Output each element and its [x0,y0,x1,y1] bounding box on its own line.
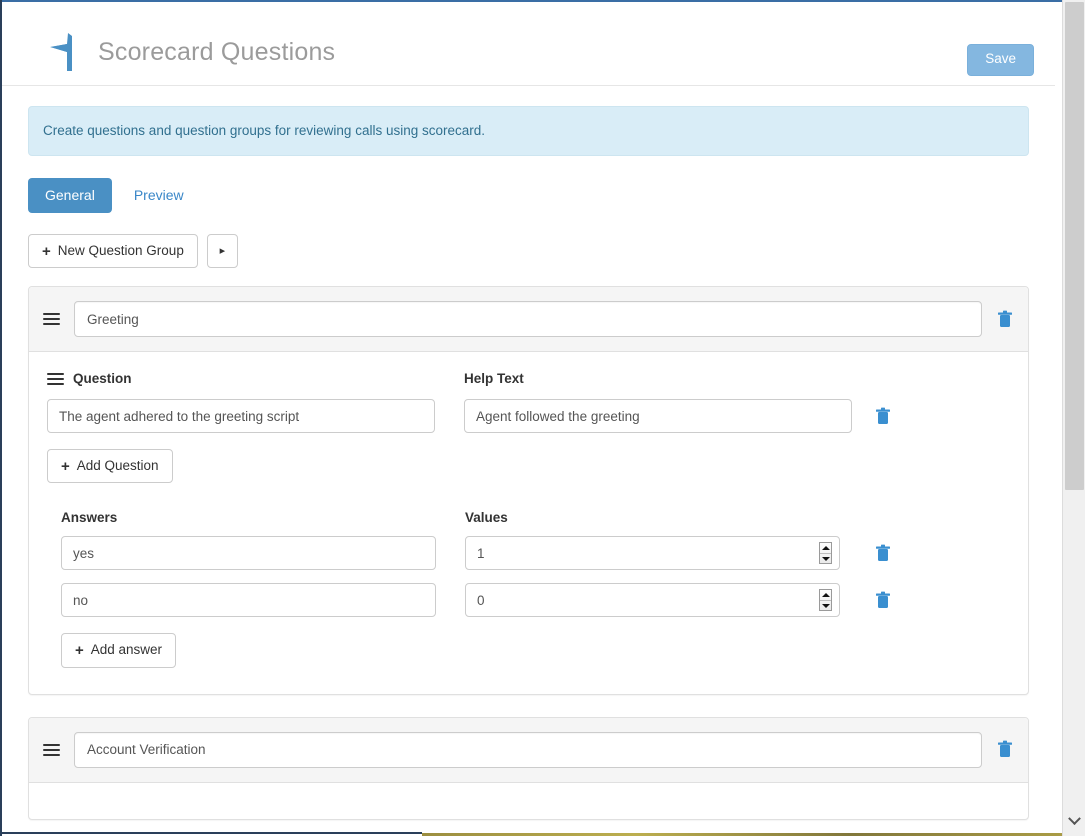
answer-text-input[interactable] [61,536,436,571]
delete-answer-cell [840,589,900,611]
question-drag-handle-icon[interactable] [47,370,64,387]
question-group-body-collapsed [29,783,1028,819]
page-title: Scorecard Questions [98,38,336,66]
answers-columns-header: Answers Values [61,510,1010,525]
help-text-column-label: Help Text [464,371,524,387]
app-header: Scorecard Questions Save [2,2,1055,86]
question-group-panel [28,716,1029,820]
browser-viewport: Scorecard Questions Save Create question… [0,0,1085,836]
delete-question-cell [852,405,912,427]
question-group-panel: Question Help Text [28,286,1029,695]
add-answer-label: Add answer [90,642,163,658]
scrollbar-down-button[interactable] [1063,810,1085,832]
caret-right-icon: ▸ [219,244,226,257]
answer-text-input[interactable] [61,583,436,618]
drag-handle-icon[interactable] [43,741,60,758]
question-column-label-wrap: Question [47,370,435,387]
question-group-name-input[interactable] [74,301,982,338]
answer-value-wrap [465,536,840,571]
new-question-group-dropdown-button[interactable]: ▸ [206,233,238,269]
add-question-label: Add Question [76,458,159,474]
add-answer-row: + Add answer [61,633,1010,668]
number-stepper[interactable] [819,542,832,565]
answers-block: Answers Values yes 1 no 0 + Add answer [47,510,1010,668]
delete-answer-cell [840,542,900,564]
delete-question-group-button[interactable] [996,739,1014,761]
answer-value-input[interactable] [465,583,840,618]
plus-icon: + [42,242,51,260]
answer-value-wrap [465,583,840,618]
add-question-button[interactable]: + Add Question [47,449,173,484]
chevron-down-icon [1068,811,1081,825]
stepper-down-icon[interactable] [820,600,831,610]
plus-icon: + [75,641,84,659]
question-row [47,399,1010,434]
stepper-up-icon[interactable] [820,590,831,600]
question-columns-header: Question Help Text [47,370,1010,387]
plus-icon: + [61,457,70,475]
question-text-input[interactable] [47,399,435,434]
number-stepper[interactable] [819,589,832,612]
question-column-label: Question [73,371,132,387]
star-flag-logo-icon [46,30,80,76]
answer-row [61,583,1010,618]
new-question-group-label: New Question Group [57,242,184,258]
info-banner: Create questions and question groups for… [28,106,1029,157]
answer-row [61,536,1010,571]
save-button[interactable]: Save [967,44,1034,76]
tab-preview[interactable]: Preview [116,178,201,213]
scrollbar-thumb[interactable] [1065,2,1084,490]
window-bottom-border [2,832,422,834]
answers-column-label: Answers [61,510,118,526]
column-gap [436,510,465,525]
page-body: Create questions and question groups for… [2,106,1055,820]
vertical-scrollbar[interactable] [1062,0,1085,836]
question-group-header [29,717,1028,783]
question-group-header [29,287,1028,353]
values-column-label: Values [465,510,508,526]
stepper-up-icon[interactable] [820,543,831,553]
stepper-down-icon[interactable] [820,553,831,563]
new-question-group-button[interactable]: + New Question Group [28,233,198,269]
delete-question-group-button[interactable] [996,308,1014,330]
question-help-text-input[interactable] [464,399,852,434]
question-group-body: Question Help Text The agent adhered to … [29,352,1028,693]
delete-answer-button[interactable] [874,542,892,564]
question-group-name-input[interactable] [74,731,982,768]
toolbar: + New Question Group ▸ [28,233,1029,269]
delete-question-button[interactable] [874,405,892,427]
header-trash-spacer [840,510,900,525]
add-question-row: + Add Question [47,449,1010,484]
tab-bar: General Preview [28,178,1029,213]
tab-general[interactable]: General [28,178,112,213]
delete-answer-button[interactable] [874,589,892,611]
drag-handle-icon[interactable] [43,311,60,328]
answer-value-input[interactable] [465,536,840,571]
page-content: Scorecard Questions Save Create question… [2,2,1055,832]
add-answer-button[interactable]: + Add answer [61,633,177,668]
